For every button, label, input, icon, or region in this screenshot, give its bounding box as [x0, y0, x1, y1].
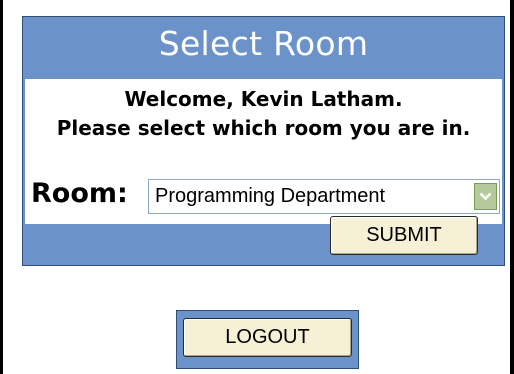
welcome-message: Welcome, Kevin Latham. Please select whi… — [25, 85, 502, 143]
page: Select Room Welcome, Kevin Latham. Pleas… — [0, 0, 514, 374]
room-label: Room: — [31, 178, 128, 209]
left-border — [0, 0, 3, 374]
instruction-line: Please select which room you are in. — [56, 116, 471, 140]
logout-button[interactable]: LOGOUT — [183, 318, 352, 357]
panel-body: Welcome, Kevin Latham. Please select whi… — [25, 79, 502, 224]
chevron-down-icon[interactable] — [474, 183, 497, 210]
welcome-line: Welcome, Kevin Latham. — [124, 87, 403, 111]
room-select-value: Programming Department — [155, 185, 386, 207]
submit-button[interactable]: SUBMIT — [330, 216, 478, 255]
room-select[interactable]: Programming Department — [148, 179, 500, 214]
select-room-panel: Select Room Welcome, Kevin Latham. Pleas… — [22, 16, 505, 266]
panel-title: Select Room — [158, 24, 369, 63]
right-border — [510, 0, 514, 374]
